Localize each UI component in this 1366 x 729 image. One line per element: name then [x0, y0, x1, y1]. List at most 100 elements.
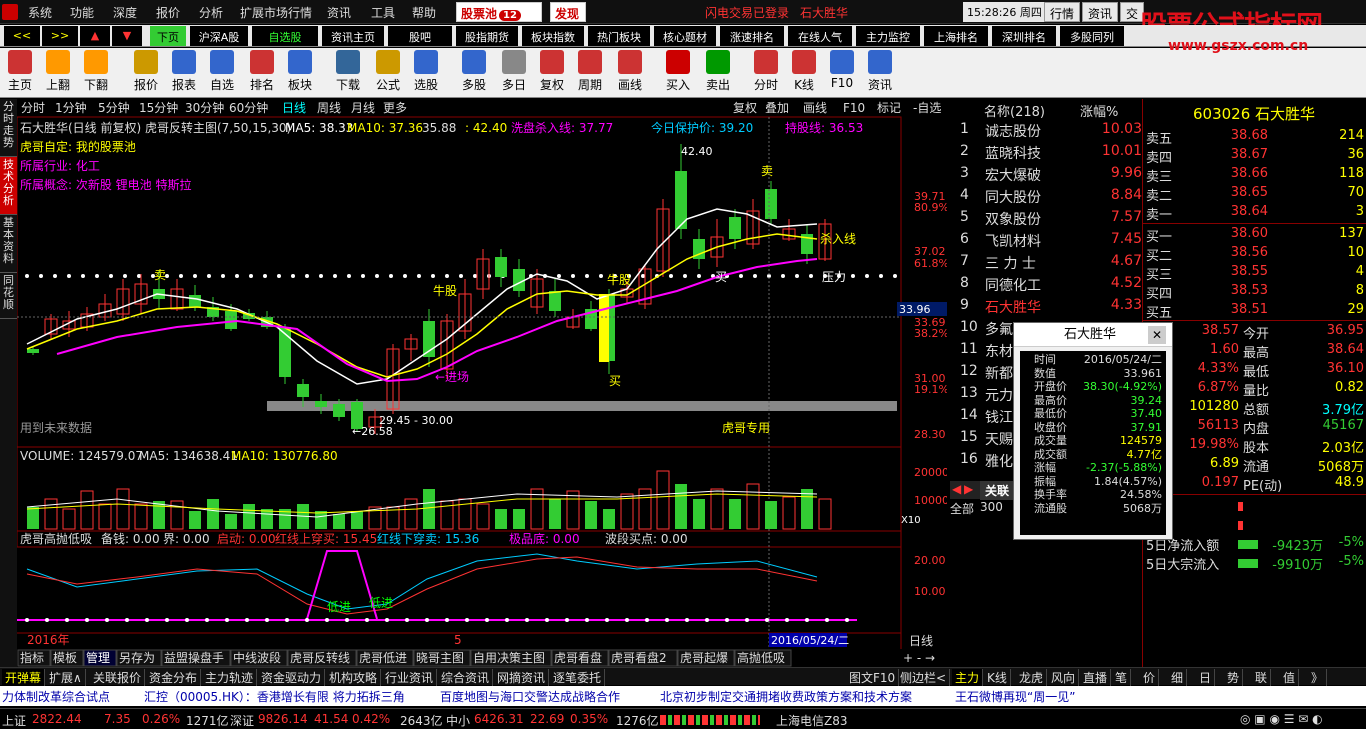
- period-tab[interactable]: 1分钟: [55, 100, 87, 115]
- bottom-tab-7[interactable]: 行业资讯: [382, 669, 438, 686]
- nav-online-pop[interactable]: 在线人气: [788, 26, 852, 46]
- ticker-item-5[interactable]: 王石微博再现“周一见”: [955, 688, 1075, 705]
- ind-tab[interactable]: 自用决策主图: [473, 651, 545, 665]
- quote-tab-10[interactable]: 联: [1252, 669, 1272, 686]
- rank-col-change[interactable]: 涨幅%: [1080, 101, 1118, 120]
- toolbar-btn-6[interactable]: 排名: [244, 50, 280, 93]
- rank-row[interactable]: 3 宏大爆破 9.96: [950, 165, 1146, 187]
- toolbar-btn-3[interactable]: 报价: [128, 50, 164, 93]
- nav-sz-rank[interactable]: 深圳排名: [992, 26, 1056, 46]
- stock-pool-button[interactable]: 股票池 12: [456, 2, 542, 22]
- ind-tab[interactable]: 虎哥看盘2: [611, 650, 667, 665]
- top-news-button[interactable]: 资讯: [1082, 2, 1119, 22]
- chart-btn[interactable]: 标记: [877, 101, 901, 115]
- ind-tab[interactable]: 虎哥看盘: [554, 650, 602, 665]
- nav-main-monitor[interactable]: 主力监控: [856, 26, 920, 46]
- quote-tab-12[interactable]: 》: [1308, 669, 1328, 686]
- nav-shsz-a[interactable]: 沪深A股: [190, 26, 248, 46]
- sh-label[interactable]: 上证: [2, 712, 26, 729]
- sz-label[interactable]: 深证: [230, 712, 254, 729]
- ticker-item-3[interactable]: 百度地图与海口交警达成战略合作: [440, 688, 620, 705]
- quote-tab-8[interactable]: 日: [1196, 669, 1216, 686]
- toolbar-btn-8[interactable]: 下载: [330, 50, 366, 93]
- toolbar-btn-7[interactable]: 板块: [282, 50, 318, 93]
- menu-function[interactable]: 功能: [70, 4, 94, 21]
- rank-tab-all[interactable]: 全部: [950, 500, 974, 517]
- tab-timeshare[interactable]: 分时走势: [0, 99, 17, 157]
- nav-speed-rank[interactable]: 涨速排名: [720, 26, 784, 46]
- quote-tab-6[interactable]: 价: [1140, 669, 1160, 686]
- rank-row[interactable]: 4 同大股份 8.84: [950, 187, 1146, 209]
- nav-favorites[interactable]: 自选股: [252, 26, 318, 46]
- rank-tab-300[interactable]: 300: [980, 500, 1003, 514]
- rank-row[interactable]: 8 同德化工 4.52: [950, 275, 1146, 297]
- tab-fundamentals[interactable]: 基本资料: [0, 215, 17, 273]
- toolbar-btn-10[interactable]: 选股: [408, 50, 444, 93]
- bottom-tab-3[interactable]: 资金分布: [146, 669, 202, 686]
- rank-row[interactable]: 6 飞凯材料 7.45: [950, 231, 1146, 253]
- rank-row[interactable]: 7 三 力 士 4.67: [950, 253, 1146, 275]
- menu-ext-market[interactable]: 扩展市场行情: [240, 4, 312, 21]
- quote-tab-3[interactable]: 风向: [1048, 669, 1080, 686]
- nav-forum[interactable]: 股吧: [388, 26, 452, 46]
- bottom-tab-6[interactable]: 机构攻略: [326, 669, 382, 686]
- period-tab[interactable]: 60分钟: [229, 100, 268, 115]
- period-tab[interactable]: 5分钟: [98, 100, 130, 115]
- chart-btn[interactable]: -自选: [913, 101, 941, 115]
- quote-tab-4[interactable]: 直播: [1080, 669, 1112, 686]
- top-quote-button[interactable]: 行情: [1044, 2, 1081, 22]
- chart-area[interactable]: 分时 1分钟 5分钟 15分钟 30分钟 60分钟 日线 周线 月线 更多 复权 叠加 画线 F10 标记 -…: [16, 99, 949, 667]
- quote-tab-9[interactable]: 势: [1224, 669, 1244, 686]
- toolbar-btn-9[interactable]: 公式: [370, 50, 406, 93]
- quote-tab-11[interactable]: 值: [1280, 669, 1300, 686]
- nav-index-futures[interactable]: 股指期货: [456, 26, 518, 46]
- nav-sector-index[interactable]: 板块指数: [522, 26, 584, 46]
- nav-down[interactable]: ▼: [112, 26, 142, 46]
- menu-system[interactable]: 系统: [28, 4, 52, 21]
- bottom-right-1[interactable]: 侧边栏<: [897, 669, 951, 686]
- ind-tab[interactable]: 高抛低吸: [737, 650, 785, 665]
- nav-core-themes[interactable]: 核心题材: [654, 26, 716, 46]
- toolbar-btn-5[interactable]: 自选: [204, 50, 240, 93]
- toolbar-btn-18[interactable]: 分时: [748, 50, 784, 93]
- period-tab[interactable]: 周线: [317, 101, 341, 115]
- bottom-tab-0[interactable]: 开弹幕: [2, 669, 46, 686]
- bottom-tab-1[interactable]: 扩展∧: [46, 669, 86, 686]
- nav-sh-rank[interactable]: 上海排名: [924, 26, 988, 46]
- ind-tab[interactable]: 另存为: [119, 651, 155, 665]
- bottom-tab-2[interactable]: 关联报价: [90, 669, 146, 686]
- toolbar-btn-1[interactable]: 上翻: [40, 50, 76, 93]
- chart-btn[interactable]: 叠加: [765, 101, 789, 115]
- menu-news[interactable]: 资讯: [327, 4, 351, 21]
- discover-button[interactable]: 发现: [550, 2, 586, 22]
- tray-icons[interactable]: ◎ ▣ ◉ ☰ ✉ ◐: [1240, 712, 1323, 726]
- ind-tab[interactable]: 虎哥起爆: [680, 651, 728, 665]
- quote-tab-2[interactable]: 龙虎: [1016, 669, 1048, 686]
- chart-btn[interactable]: 复权: [733, 101, 757, 115]
- toolbar-btn-15[interactable]: 画线: [612, 50, 648, 93]
- toolbar-btn-17[interactable]: 卖出: [700, 50, 736, 93]
- close-icon[interactable]: ✕: [1148, 326, 1166, 344]
- nav-up[interactable]: ▲: [80, 26, 110, 46]
- toolbar-btn-2[interactable]: 下翻: [78, 50, 114, 93]
- toolbar-btn-21[interactable]: 资讯: [862, 50, 898, 93]
- bottom-right-0[interactable]: 图文F10: [846, 669, 900, 686]
- nav-news-home[interactable]: 资讯主页: [322, 26, 384, 46]
- ticker-item-4[interactable]: 北京初步制定交通拥堵收费政策方案和技术方案: [660, 688, 912, 705]
- bottom-tab-4[interactable]: 主力轨迹: [202, 669, 258, 686]
- menu-quote[interactable]: 报价: [156, 4, 180, 21]
- rank-row[interactable]: 2 蓝晓科技 10.01: [950, 143, 1146, 165]
- toolbar-btn-4[interactable]: 报表: [166, 50, 202, 93]
- toolbar-btn-13[interactable]: 复权: [534, 50, 570, 93]
- quote-tab-0[interactable]: 主力: [952, 669, 984, 686]
- menu-analysis[interactable]: 分析: [199, 4, 223, 21]
- nav-first[interactable]: <<: [4, 26, 40, 46]
- rank-prev-icon[interactable]: ◀: [952, 482, 961, 496]
- bottom-tab-5[interactable]: 资金驱动力: [258, 669, 326, 686]
- chart-btn[interactable]: F10: [843, 101, 865, 115]
- bottom-tab-8[interactable]: 综合资讯: [438, 669, 494, 686]
- toolbar-btn-14[interactable]: 周期: [572, 50, 608, 93]
- period-tab[interactable]: 分时: [21, 101, 45, 115]
- toolbar-btn-11[interactable]: 多股: [456, 50, 492, 93]
- rank-header[interactable]: 名称(218): [984, 101, 1045, 120]
